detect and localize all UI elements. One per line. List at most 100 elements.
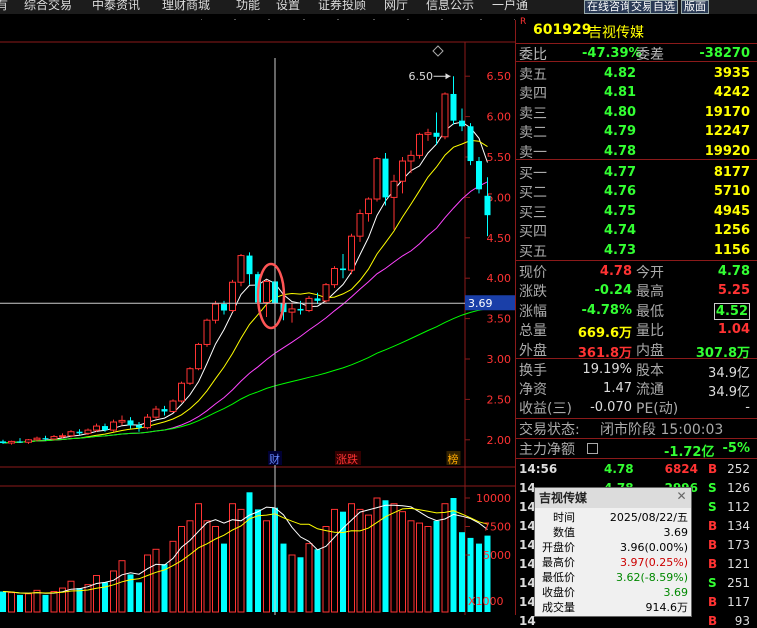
menu-item-8[interactable]: 信息公示 [426, 0, 474, 13]
menu-item-9[interactable]: 一户通 [492, 0, 528, 13]
menu-item-1[interactable]: 综合交易 [24, 0, 72, 13]
bid-price: 4.74 [604, 223, 637, 239]
candle-body [433, 132, 440, 137]
trade-side: B [708, 538, 718, 552]
candle-body [263, 280, 270, 303]
volume-bar [297, 557, 304, 612]
menu-item-2[interactable]: 中泰资讯 [92, 0, 140, 13]
popup-row: 最低价 3.62(-8.59%) [535, 570, 691, 585]
trade-side: B [708, 462, 718, 476]
fund-value: 19.19% [582, 362, 632, 377]
stock-name: 吉视传媒 [588, 25, 644, 41]
candle-body [221, 304, 227, 311]
popup-title: 吉视传媒 [535, 488, 691, 508]
candle-body [314, 298, 321, 301]
menu-right-button-3[interactable]: 版面 [681, 0, 709, 14]
fund-value: 1.47 [603, 381, 632, 396]
menu-bar: 有综合交易 中泰资讯 理财商城 功能 设置 证券投顾 网厅 信息公示 一户通 在线咨询 交易 自选 版面 [0, 0, 757, 14]
ask-volume: 19920 [704, 143, 750, 159]
price-tick-label: 2.50 [487, 393, 512, 406]
quote-label-2: 内盘 [636, 342, 664, 359]
candle-body [441, 93, 449, 138]
candle-body [229, 281, 236, 312]
candle-body [59, 435, 66, 438]
volume-bar [255, 509, 261, 612]
popup-row-label: 最高价 [542, 556, 575, 569]
bid-label: 买一 [519, 166, 547, 182]
trade-side: S [708, 500, 717, 514]
candle-body [186, 368, 194, 384]
candle-body [424, 132, 432, 135]
volume-tick-label: 5000 [483, 549, 511, 562]
candle-body [118, 419, 126, 423]
trade-price: 4.78 [604, 462, 634, 476]
popup-row-label: 最低价 [542, 571, 575, 584]
trade-count: 121 [727, 557, 750, 571]
volume-bar [136, 582, 142, 612]
kline-chart[interactable]: 6.506.005.505.004.504.003.503.002.502.00… [0, 20, 515, 615]
candle-body [305, 297, 313, 312]
popup-close-icon[interactable]: ✕ [675, 490, 688, 503]
volume-bar [280, 543, 287, 612]
quote-value: -0.24 [594, 283, 632, 299]
menu-item-4[interactable]: 功能 [236, 0, 260, 13]
candle-body [340, 268, 346, 271]
bid-volume: 4945 [713, 203, 750, 219]
popup-row-value: 914.6万 [645, 601, 689, 614]
bid-volume: 8177 [713, 165, 750, 180]
candle-body [169, 400, 177, 413]
ask-label: 卖三 [519, 105, 547, 122]
menu-item-0[interactable]: 有 [0, 0, 8, 13]
candle-body [348, 235, 355, 271]
popup-row-value: 3.69 [663, 586, 689, 599]
menu-right-button-2[interactable]: 自选 [650, 0, 678, 14]
quote-value-2: 5.25 [717, 283, 750, 299]
fund-value: -0.070 [590, 400, 632, 415]
ask-price: 4.80 [604, 104, 637, 120]
event-marker-label: 涨跌 [336, 452, 358, 466]
quote-value-2: 1.04 [717, 322, 750, 338]
main-flow-value: -1.72亿 [664, 445, 715, 460]
volume-bar [0, 591, 6, 612]
popup-row: 成交量 914.6万 [535, 600, 691, 615]
panel-divider [516, 260, 757, 261]
popup-row: 数值 3.69 [535, 525, 691, 540]
popup-row-label: 收盘价 [542, 586, 575, 599]
candle-body [356, 213, 364, 237]
bid-price: 4.76 [604, 184, 637, 200]
trade-side: B [708, 614, 718, 628]
candle-body [246, 255, 253, 275]
menu-item-7[interactable]: 网厅 [384, 0, 408, 13]
fund-value-2: 34.9亿 [708, 366, 750, 381]
menu-item-3[interactable]: 理财商城 [162, 0, 210, 13]
volume-bar [17, 594, 23, 612]
candle-body [93, 425, 100, 431]
candle-body [450, 93, 457, 121]
fund-label-2: 股本 [636, 363, 664, 379]
candle-body [102, 426, 108, 431]
menu-item-5[interactable]: 设置 [276, 0, 300, 13]
flow-grid-icon[interactable] [587, 443, 598, 454]
r-mark: R [520, 17, 527, 27]
volume-bar [433, 520, 440, 612]
bid-label: 买二 [519, 185, 547, 202]
candle-body [484, 195, 491, 216]
ask-volume: 3935 [713, 66, 750, 81]
menu-item-6[interactable]: 证券投顾 [318, 0, 366, 13]
trade-count: 252 [727, 462, 750, 476]
quote-value: 361.8万 [577, 345, 632, 361]
candle-body [331, 268, 338, 286]
fund-label-2: PE(动) [636, 401, 679, 417]
fund-label: 换手 [519, 363, 547, 379]
price-tick-label: 2.00 [487, 434, 512, 447]
popup-row: 最高价 3.97(0.25%) [535, 555, 691, 570]
stock-code: 601929 [533, 22, 592, 38]
quote-value-2: 4.78 [717, 264, 750, 279]
candle-body [459, 120, 465, 127]
main-flow-pct: -5% [722, 441, 750, 456]
menu-right-button-0[interactable]: 在线咨询 [584, 0, 634, 14]
trade-count: 126 [727, 481, 750, 495]
bid-price: 4.77 [604, 165, 637, 180]
candle-body [467, 126, 474, 162]
trade-count: 173 [727, 538, 750, 552]
